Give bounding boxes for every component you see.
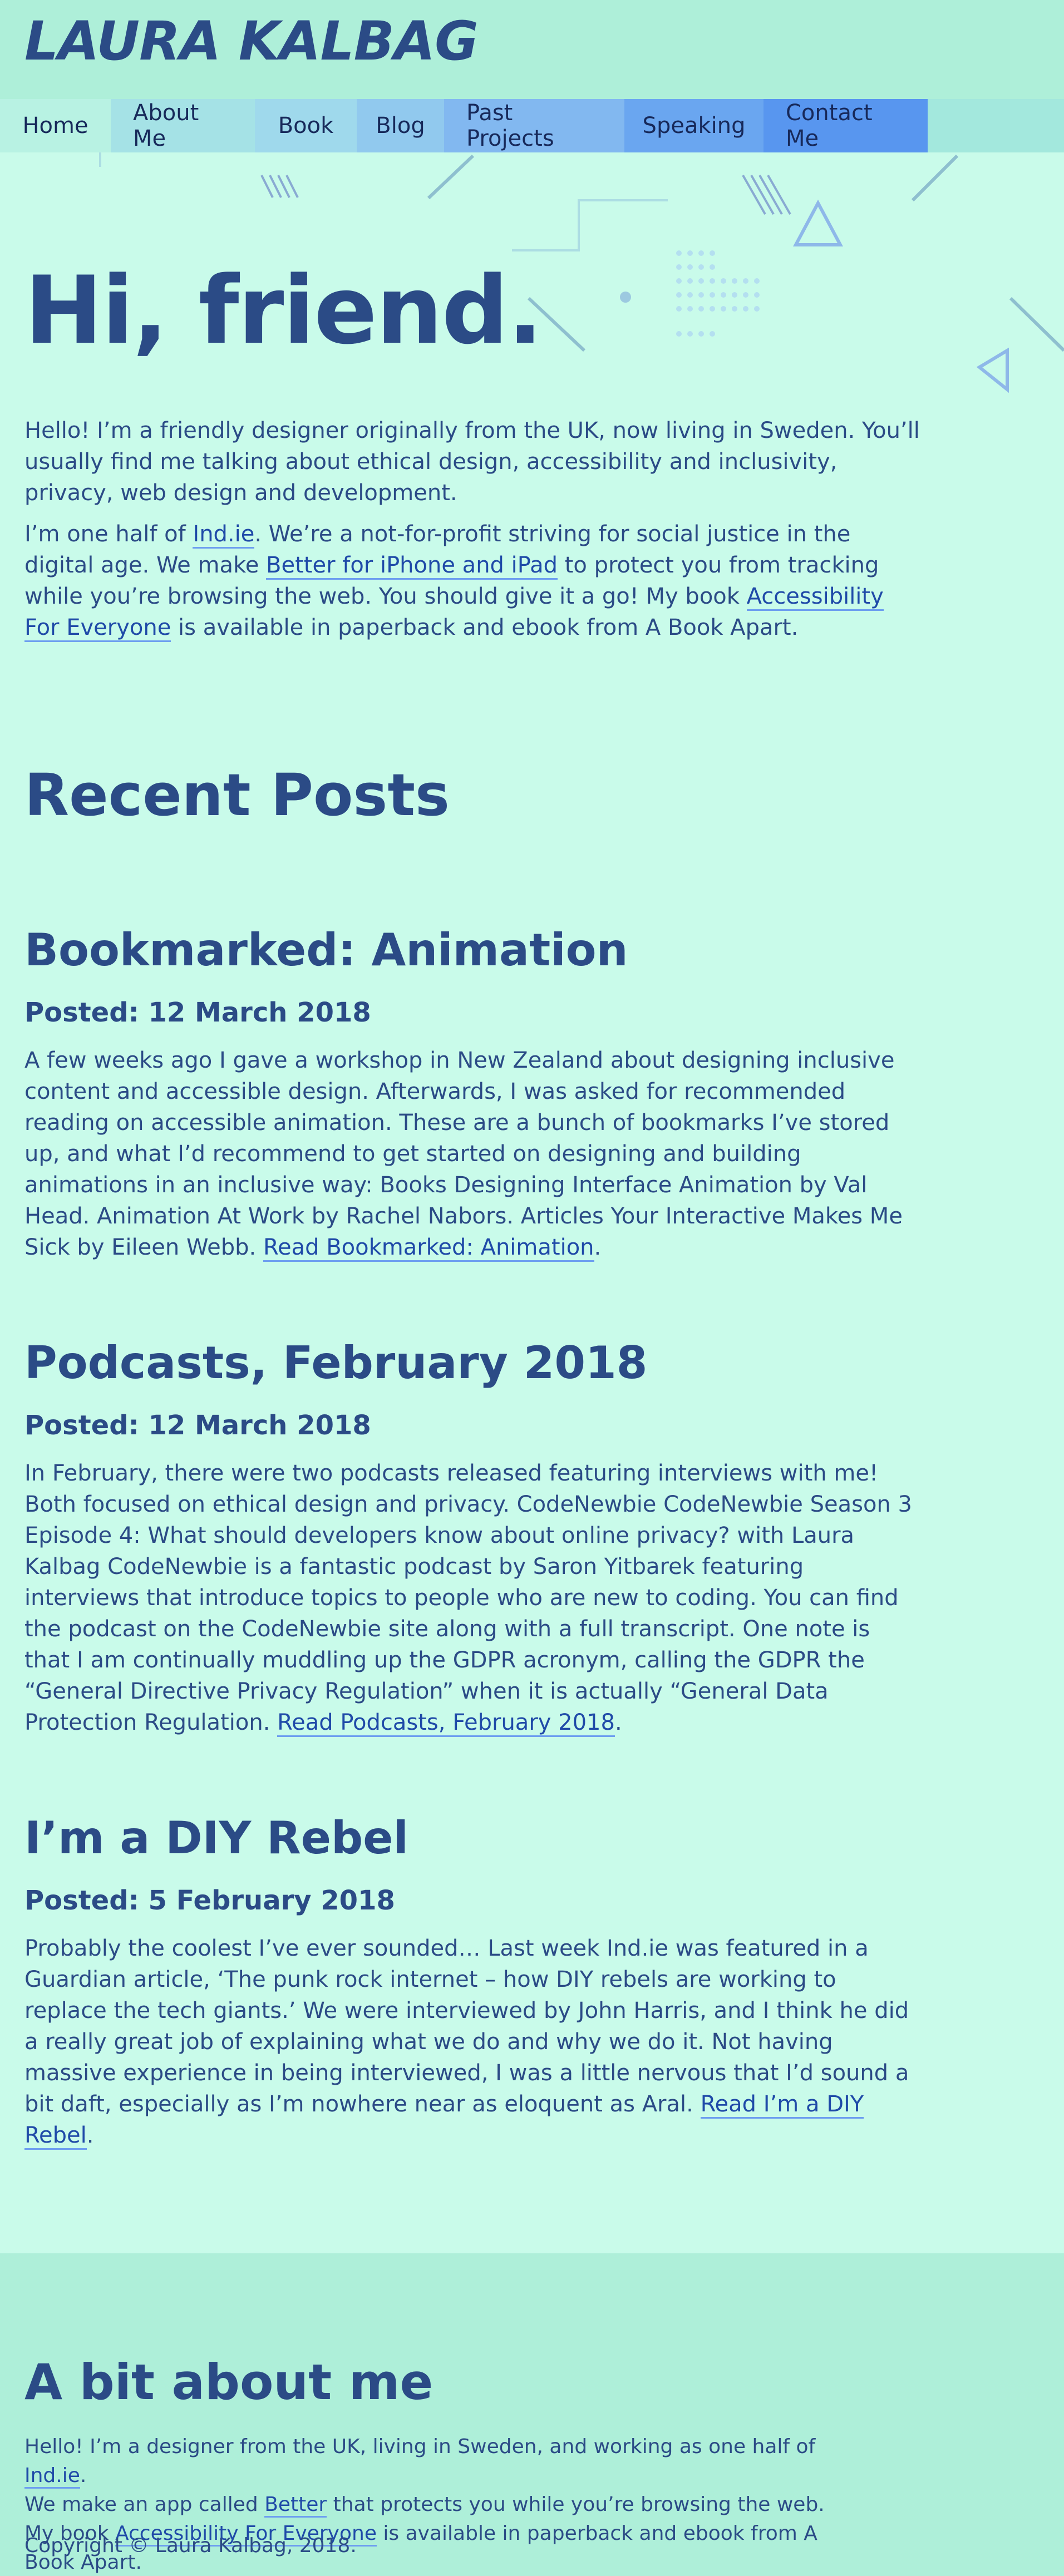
site-header: LAURA KALBAG	[0, 0, 1064, 99]
intro-paragraph-2: I’m one half of Ind.ie. We’re a not-for-…	[24, 519, 920, 643]
read-more-link[interactable]: Read Podcasts, February 2018	[277, 1710, 615, 1737]
nav-item-blog[interactable]: Blog	[357, 99, 444, 152]
post-excerpt: In February, there were two podcasts rel…	[24, 1458, 920, 1738]
site-logo[interactable]: LAURA KALBAG	[24, 10, 479, 72]
footer-better-link[interactable]: Better	[264, 2493, 327, 2518]
nav-item-speaking[interactable]: Speaking	[624, 99, 763, 152]
site-footer: A bit about me Hello! I’m a designer fro…	[0, 2253, 1064, 2576]
nav-item-home[interactable]: Home	[0, 99, 111, 152]
read-more-link[interactable]: Read Bookmarked: Animation	[263, 1235, 594, 1262]
post: I’m a DIY Rebel Posted: 5 February 2018 …	[24, 1812, 937, 2151]
hero-title: Hi, friend.	[24, 256, 543, 365]
post-excerpt: Probably the coolest I’ve ever sounded… …	[24, 1933, 920, 2151]
post-date: Posted: 5 February 2018	[24, 1885, 395, 1916]
intro-text: I’m one half of	[24, 521, 193, 547]
post: Bookmarked: Animation Posted: 12 March 2…	[24, 924, 937, 1263]
about-text-part: We make an app called	[24, 2493, 265, 2516]
post-title-link[interactable]: I’m a DIY Rebel	[24, 1812, 408, 1864]
intro-paragraph: Hello! I’m a friendly designer originall…	[24, 418, 920, 506]
recent-posts-heading: Recent Posts	[24, 761, 450, 829]
post-title: Podcasts, February 2018	[24, 1336, 937, 1390]
nav-item-book[interactable]: Book	[255, 99, 357, 152]
post-date: Posted: 12 March 2018	[24, 997, 371, 1028]
main-navigation: Home About Me Book Blog Past Projects Sp…	[0, 99, 1064, 152]
about-text-part: .	[80, 2464, 87, 2487]
post-title: I’m a DIY Rebel	[24, 1812, 937, 1865]
post-title: Bookmarked: Animation	[24, 924, 937, 977]
better-link[interactable]: Better for iPhone and iPad	[266, 552, 558, 580]
about-text-part: Hello! I’m a designer from the UK, livin…	[24, 2435, 816, 2458]
post-title-link[interactable]: Bookmarked: Animation	[24, 924, 628, 976]
footer-indie-link[interactable]: Ind.ie	[24, 2464, 80, 2489]
excerpt-text: In February, there were two podcasts rel…	[24, 1460, 912, 1735]
post-date: Posted: 12 March 2018	[24, 1410, 371, 1441]
post-excerpt: A few weeks ago I gave a workshop in New…	[24, 1045, 920, 1263]
indie-link[interactable]: Ind.ie	[193, 521, 255, 549]
nav-item-about-me[interactable]: About Me	[111, 99, 255, 152]
excerpt-text: A few weeks ago I gave a workshop in New…	[24, 1048, 903, 1260]
excerpt-text: Probably the coolest I’ve ever sounded… …	[24, 1936, 909, 2117]
about-heading: A bit about me	[24, 2353, 434, 2411]
intro-text: is available in paperback and ebook from…	[171, 615, 799, 640]
nav-item-contact-me[interactable]: Contact Me	[763, 99, 928, 152]
nav-item-past-projects[interactable]: Past Projects	[444, 99, 624, 152]
post-title-link[interactable]: Podcasts, February 2018	[24, 1337, 647, 1389]
post: Podcasts, February 2018 Posted: 12 March…	[24, 1336, 937, 1738]
copyright: Copyright © Laura Kalbag, 2018.	[24, 2534, 357, 2557]
